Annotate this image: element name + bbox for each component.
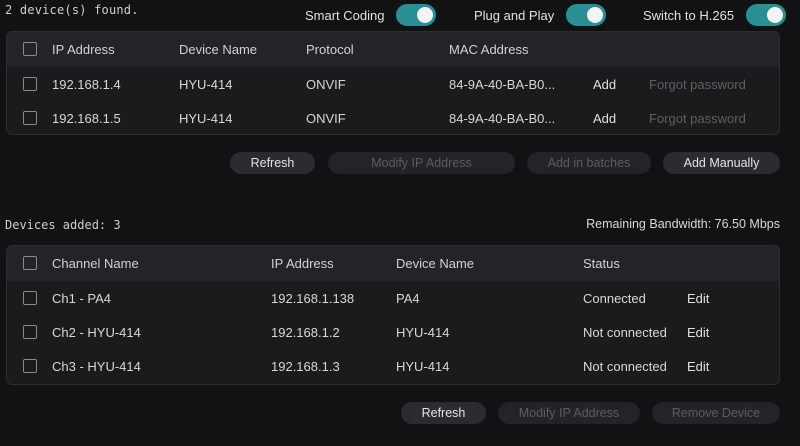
row-checkbox[interactable]	[23, 77, 37, 91]
modify-ip-button[interactable]: Modify IP Address	[328, 152, 515, 174]
channel-name: Ch3 - HYU-414	[52, 358, 141, 374]
add-manually-button[interactable]: Add Manually	[663, 152, 780, 174]
table-row: Ch3 - HYU-414 192.168.1.3 HYU-414 Not co…	[7, 349, 779, 383]
device-name: HYU-414	[179, 76, 233, 92]
edit-link[interactable]: Edit	[687, 281, 709, 315]
table-row: 192.168.1.4 HYU-414 ONVIF 84-9A-40-BA-B0…	[7, 67, 779, 101]
plug-and-play-toggle[interactable]	[566, 4, 607, 26]
column-header-status: Status	[583, 256, 620, 271]
add-in-batches-button[interactable]: Add in batches	[527, 152, 651, 174]
add-link[interactable]: Add	[593, 101, 616, 134]
mac-address: 84-9A-40-BA-B0...	[449, 110, 556, 126]
devices-added-title: Devices added: 3	[5, 218, 121, 232]
row-checkbox[interactable]	[23, 111, 37, 125]
column-header-device-name: Device Name	[179, 42, 258, 57]
h265-toggle[interactable]	[746, 4, 787, 26]
h265-control: Switch to H.265	[643, 4, 787, 26]
column-header-channel: Channel Name	[52, 256, 139, 271]
row-checkbox[interactable]	[23, 291, 37, 305]
protocol: ONVIF	[306, 110, 346, 126]
device-name: HYU-414	[396, 324, 450, 340]
device-name: PA4	[396, 290, 420, 306]
device-name: HYU-414	[396, 358, 450, 374]
table-header: Channel Name IP Address Device Name Stat…	[7, 246, 779, 281]
toggle-knob	[587, 7, 604, 23]
row-checkbox[interactable]	[23, 359, 37, 373]
row-checkbox[interactable]	[23, 325, 37, 339]
added-devices-table: Channel Name IP Address Device Name Stat…	[6, 245, 780, 385]
refresh-button-added[interactable]: Refresh	[401, 402, 486, 424]
modify-ip-button-added[interactable]: Modify IP Address	[498, 402, 640, 424]
ip-address: 192.168.1.2	[271, 324, 340, 340]
ip-address: 192.168.1.3	[271, 358, 340, 374]
remove-device-button[interactable]: Remove Device	[652, 402, 780, 424]
toggle-knob	[417, 7, 434, 23]
mac-address: 84-9A-40-BA-B0...	[449, 76, 556, 92]
protocol: ONVIF	[306, 76, 346, 92]
forgot-password-link[interactable]: Forgot password	[649, 101, 746, 134]
column-header-device-name: Device Name	[396, 256, 475, 271]
ip-address: 192.168.1.5	[52, 110, 121, 126]
table-row: Ch1 - PA4 192.168.1.138 PA4 Connected Ed…	[7, 281, 779, 315]
plug-and-play-label: Plug and Play	[474, 7, 555, 23]
remaining-bandwidth: Remaining Bandwidth: 76.50 Mbps	[586, 217, 780, 231]
channel-name: Ch2 - HYU-414	[52, 324, 141, 340]
toggle-knob	[767, 7, 784, 23]
smart-coding-control: Smart Coding	[305, 4, 437, 26]
status: Not connected	[583, 358, 667, 374]
devices-found-label: 2 device(s) found.	[5, 3, 139, 17]
ip-address: 192.168.1.4	[52, 76, 121, 92]
h265-label: Switch to H.265	[643, 7, 735, 23]
select-all-checkbox[interactable]	[23, 42, 37, 56]
edit-link[interactable]: Edit	[687, 349, 709, 383]
column-header-ip: IP Address	[271, 256, 334, 271]
status: Connected	[583, 290, 646, 306]
channel-name: Ch1 - PA4	[52, 290, 112, 306]
status: Not connected	[583, 324, 667, 340]
select-all-checkbox[interactable]	[23, 256, 37, 270]
column-header-protocol: Protocol	[306, 42, 354, 57]
table-row: 192.168.1.5 HYU-414 ONVIF 84-9A-40-BA-B0…	[7, 101, 779, 134]
discovered-devices-table: IP Address Device Name Protocol MAC Addr…	[6, 31, 780, 135]
column-header-ip: IP Address	[52, 42, 115, 57]
edit-link[interactable]: Edit	[687, 315, 709, 349]
table-row: Ch2 - HYU-414 192.168.1.2 HYU-414 Not co…	[7, 315, 779, 349]
ip-address: 192.168.1.138	[271, 290, 355, 306]
smart-coding-label: Smart Coding	[305, 7, 385, 23]
refresh-button[interactable]: Refresh	[230, 152, 315, 174]
table-header: IP Address Device Name Protocol MAC Addr…	[7, 32, 779, 67]
add-link[interactable]: Add	[593, 67, 616, 101]
plug-and-play-control: Plug and Play	[474, 4, 607, 26]
device-name: HYU-414	[179, 110, 233, 126]
forgot-password-link[interactable]: Forgot password	[649, 67, 746, 101]
smart-coding-toggle[interactable]	[396, 4, 437, 26]
column-header-mac: MAC Address	[449, 42, 529, 57]
